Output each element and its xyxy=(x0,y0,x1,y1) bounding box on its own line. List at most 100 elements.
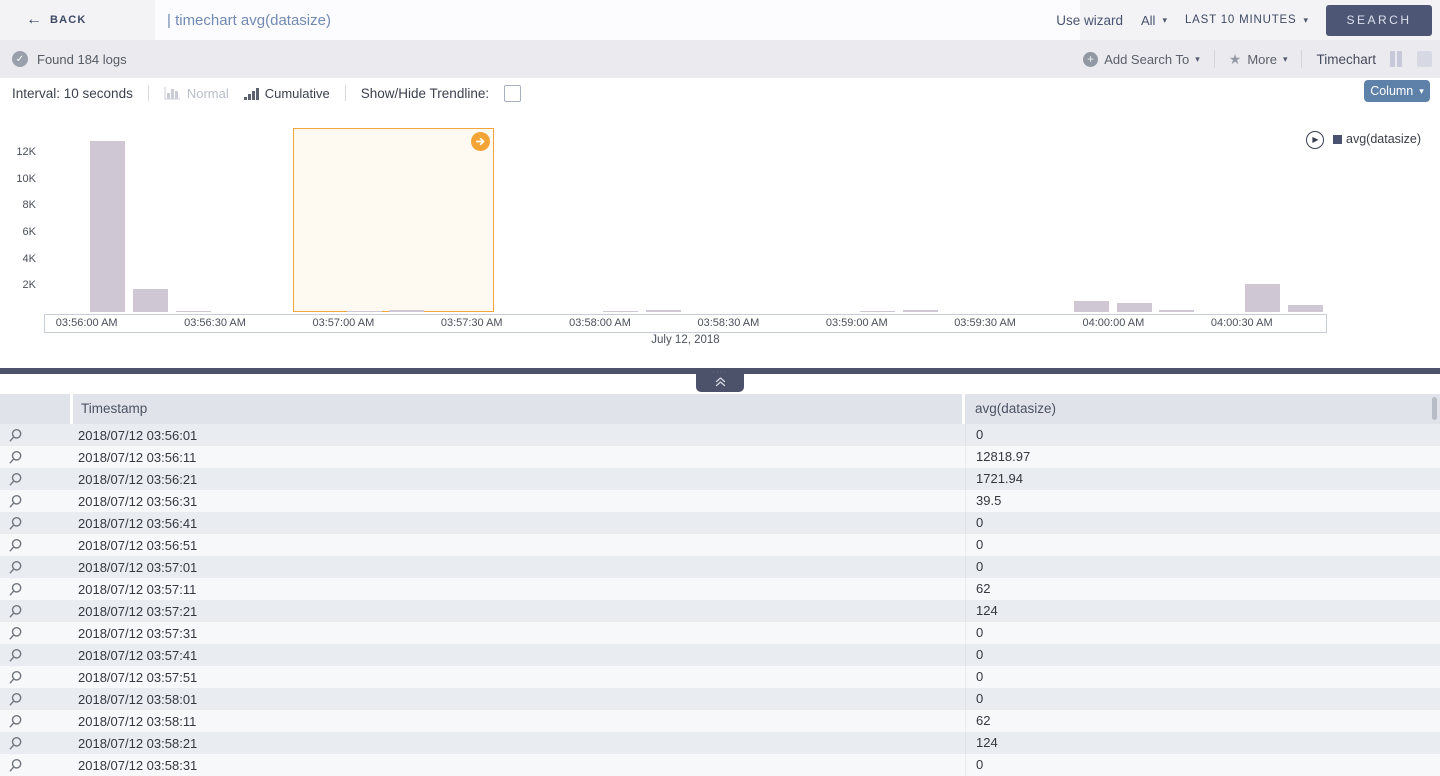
row-inspect-cell[interactable] xyxy=(0,516,70,531)
row-inspect-cell[interactable] xyxy=(0,450,70,465)
row-inspect-cell[interactable] xyxy=(0,714,70,729)
back-button[interactable]: ← BACK xyxy=(26,0,87,40)
chart-bar[interactable] xyxy=(860,311,895,312)
normal-label: Normal xyxy=(187,86,229,101)
table-row[interactable]: 2018/07/12 03:57:010 xyxy=(0,556,1440,578)
chart-bar[interactable] xyxy=(603,311,638,312)
row-timestamp: 2018/07/12 03:56:31 xyxy=(70,494,965,509)
x-axis[interactable]: 03:56:00 AM03:56:30 AM03:57:00 AM03:57:3… xyxy=(44,314,1327,333)
chart-bar[interactable] xyxy=(90,141,125,312)
search-button[interactable]: SEARCH xyxy=(1326,5,1432,36)
row-inspect-cell[interactable] xyxy=(0,538,70,553)
row-avg-datasize: 0 xyxy=(965,512,1440,534)
add-search-to-dropdown[interactable]: + Add Search To ▾ xyxy=(1083,52,1200,67)
magnifier-icon[interactable] xyxy=(8,670,23,685)
grid-header-avg-datasize[interactable]: avg(datasize) xyxy=(965,394,1440,424)
table-row[interactable]: 2018/07/12 03:57:510 xyxy=(0,666,1440,688)
row-inspect-cell[interactable] xyxy=(0,494,70,509)
table-row[interactable]: 2018/07/12 03:56:010 xyxy=(0,424,1440,446)
magnifier-icon[interactable] xyxy=(8,472,23,487)
scrollbar-thumb[interactable] xyxy=(1432,397,1437,420)
chart-type-dropdown[interactable]: Column ▾ xyxy=(1364,80,1430,102)
row-avg-datasize: 0 xyxy=(965,754,1440,776)
table-row[interactable]: 2018/07/12 03:56:410 xyxy=(0,512,1440,534)
chart-bar[interactable] xyxy=(1117,303,1152,312)
divider xyxy=(148,85,149,101)
normal-mode-button[interactable]: Normal xyxy=(164,86,229,101)
grid-header-timestamp[interactable]: Timestamp xyxy=(73,394,962,424)
chart-bar[interactable] xyxy=(347,311,382,312)
chart-bar[interactable] xyxy=(1159,310,1194,312)
row-inspect-cell[interactable] xyxy=(0,648,70,663)
row-inspect-cell[interactable] xyxy=(0,604,70,619)
table-row[interactable]: 2018/07/12 03:56:211721.94 xyxy=(0,468,1440,490)
table-row[interactable]: 2018/07/12 03:58:010 xyxy=(0,688,1440,710)
table-row[interactable]: 2018/07/12 03:56:510 xyxy=(0,534,1440,556)
magnifier-icon[interactable] xyxy=(8,648,23,663)
x-axis-date-label: July 12, 2018 xyxy=(44,334,1327,346)
table-row[interactable]: 2018/07/12 03:56:3139.5 xyxy=(0,490,1440,512)
scope-dropdown[interactable]: All ▾ xyxy=(1141,13,1167,28)
magnifier-icon[interactable] xyxy=(8,626,23,641)
row-inspect-cell[interactable] xyxy=(0,736,70,751)
search-query-input[interactable] xyxy=(155,0,1080,40)
zoom-selection-button[interactable] xyxy=(471,132,490,151)
row-avg-datasize: 0 xyxy=(965,644,1440,666)
grid-view-icon[interactable] xyxy=(1417,51,1432,67)
row-inspect-cell[interactable] xyxy=(0,626,70,641)
magnifier-icon[interactable] xyxy=(8,736,23,751)
time-range-dropdown[interactable]: LAST 10 MINUTES ▾ xyxy=(1185,14,1308,26)
trendline-checkbox[interactable] xyxy=(504,85,521,102)
magnifier-icon[interactable] xyxy=(8,692,23,707)
magnifier-icon[interactable] xyxy=(8,516,23,531)
row-inspect-cell[interactable] xyxy=(0,670,70,685)
chart-selection[interactable] xyxy=(293,128,494,312)
magnifier-icon[interactable] xyxy=(8,560,23,575)
magnifier-icon[interactable] xyxy=(8,714,23,729)
use-wizard-link[interactable]: Use wizard xyxy=(1056,13,1123,28)
table-row[interactable]: 2018/07/12 03:58:310 xyxy=(0,754,1440,776)
row-inspect-cell[interactable] xyxy=(0,560,70,575)
chart-bar[interactable] xyxy=(1288,305,1323,312)
table-row[interactable]: 2018/07/12 03:58:1162 xyxy=(0,710,1440,732)
chart-bar[interactable] xyxy=(1074,301,1109,312)
row-avg-datasize: 0 xyxy=(965,622,1440,644)
magnifier-icon[interactable] xyxy=(8,538,23,553)
magnifier-icon[interactable] xyxy=(8,428,23,443)
magnifier-icon[interactable] xyxy=(8,604,23,619)
x-tick-label: 03:57:00 AM xyxy=(312,317,374,329)
play-button[interactable]: ▶ xyxy=(1306,131,1324,149)
table-row[interactable]: 2018/07/12 03:57:310 xyxy=(0,622,1440,644)
magnifier-icon[interactable] xyxy=(8,494,23,509)
table-row[interactable]: 2018/07/12 03:56:1112818.97 xyxy=(0,446,1440,468)
chart-bar[interactable] xyxy=(133,289,168,312)
more-dropdown[interactable]: ★ More ▾ xyxy=(1229,52,1288,67)
cumulative-label: Cumulative xyxy=(265,86,330,101)
chart-bar[interactable] xyxy=(903,310,938,312)
table-row[interactable]: 2018/07/12 03:58:21124 xyxy=(0,732,1440,754)
bar-chart-icon xyxy=(164,86,181,100)
chart-bar[interactable] xyxy=(1245,284,1280,312)
chart-bar[interactable] xyxy=(389,310,424,312)
table-row[interactable]: 2018/07/12 03:57:1162 xyxy=(0,578,1440,600)
magnifier-icon[interactable] xyxy=(8,758,23,773)
row-inspect-cell[interactable] xyxy=(0,758,70,773)
row-inspect-cell[interactable] xyxy=(0,582,70,597)
chart-bar[interactable] xyxy=(646,310,681,312)
table-row[interactable]: 2018/07/12 03:57:410 xyxy=(0,644,1440,666)
row-inspect-cell[interactable] xyxy=(0,692,70,707)
row-inspect-cell[interactable] xyxy=(0,428,70,443)
collapse-panel-handle[interactable]: ···· xyxy=(696,368,744,392)
chart-bar[interactable] xyxy=(176,311,211,312)
row-inspect-cell[interactable] xyxy=(0,472,70,487)
magnifier-icon[interactable] xyxy=(8,582,23,597)
magnifier-icon[interactable] xyxy=(8,450,23,465)
chart-legend[interactable]: avg(datasize) xyxy=(1333,132,1421,146)
y-tick-label: 6K xyxy=(0,226,36,238)
row-timestamp: 2018/07/12 03:56:01 xyxy=(70,428,965,443)
cumulative-mode-button[interactable]: Cumulative xyxy=(244,86,330,101)
table-row[interactable]: 2018/07/12 03:57:21124 xyxy=(0,600,1440,622)
time-range-value: LAST 10 MINUTES xyxy=(1185,14,1297,26)
chevron-down-icon: ▾ xyxy=(1419,87,1424,96)
split-view-icon[interactable] xyxy=(1390,51,1403,67)
